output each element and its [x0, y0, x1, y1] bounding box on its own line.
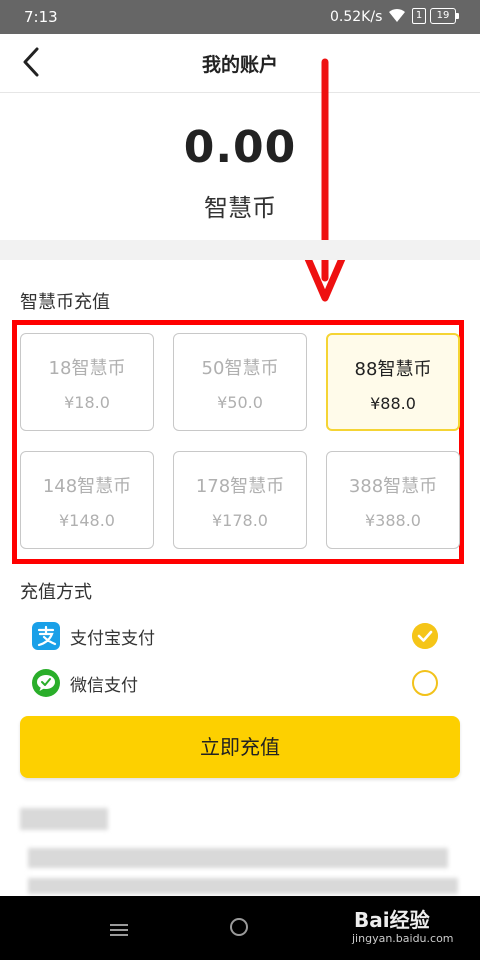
battery-icon: 19 — [430, 8, 456, 24]
status-time: 7:13 — [24, 8, 58, 26]
option-price: ¥18.0 — [64, 393, 110, 412]
obscured-text — [28, 878, 458, 894]
option-price: ¥148.0 — [59, 511, 115, 530]
watermark-url: jingyan.baidu.com — [352, 932, 454, 945]
recharge-option[interactable]: 388智慧币 ¥388.0 — [326, 451, 460, 549]
check-circle-icon[interactable] — [412, 623, 438, 649]
option-name: 88智慧币 — [354, 359, 432, 380]
payment-section-title: 充值方式 — [20, 582, 92, 603]
recharge-option[interactable]: 148智慧币 ¥148.0 — [20, 451, 154, 549]
section-divider — [0, 240, 480, 260]
option-price: ¥388.0 — [365, 511, 421, 530]
recharge-option[interactable]: 18智慧币 ¥18.0 — [20, 333, 154, 431]
page-title: 我的账户 — [201, 54, 278, 76]
alipay-icon — [32, 622, 60, 650]
option-name: 18智慧币 — [48, 358, 126, 379]
recharge-now-button[interactable]: 立即充值 — [20, 716, 460, 778]
option-price: ¥50.0 — [217, 393, 263, 412]
option-name: 388智慧币 — [348, 476, 438, 497]
radio-unchecked-icon[interactable] — [412, 670, 438, 696]
option-price: ¥88.0 — [370, 394, 416, 413]
obscured-text — [20, 808, 108, 830]
payment-label: 微信支付 — [70, 676, 138, 696]
battery-tip — [456, 13, 459, 19]
payment-option-wechat[interactable]: 微信支付 — [0, 661, 480, 705]
payment-option-alipay[interactable]: 支付宝支付 — [0, 614, 480, 658]
recharge-option-selected[interactable]: 88智慧币 ¥88.0 — [326, 333, 460, 431]
recharge-option[interactable]: 178智慧币 ¥178.0 — [173, 451, 307, 549]
annotation-arrow — [302, 58, 348, 302]
status-bar: 7:13 0.52K/s 1 19 — [0, 0, 480, 34]
option-name: 178智慧币 — [195, 476, 285, 497]
menu-icon[interactable] — [110, 924, 128, 936]
wechat-icon — [32, 669, 60, 697]
wifi-icon — [389, 8, 405, 22]
watermark-brand: Bai经验 — [354, 908, 430, 932]
recharge-section-title: 智慧币充值 — [20, 292, 110, 313]
payment-label: 支付宝支付 — [70, 629, 155, 649]
recharge-option[interactable]: 50智慧币 ¥50.0 — [173, 333, 307, 431]
obscured-text — [28, 848, 448, 868]
option-name: 50智慧币 — [201, 358, 279, 379]
option-name: 148智慧币 — [42, 476, 132, 497]
sim-badge: 1 — [412, 8, 426, 24]
network-speed: 0.52K/s — [330, 9, 383, 25]
app-header: 我的账户 — [0, 34, 480, 93]
option-price: ¥178.0 — [212, 511, 268, 530]
balance-value: 0.00 — [183, 122, 297, 173]
home-icon[interactable] — [230, 918, 248, 936]
balance-unit: 智慧币 — [204, 194, 276, 222]
